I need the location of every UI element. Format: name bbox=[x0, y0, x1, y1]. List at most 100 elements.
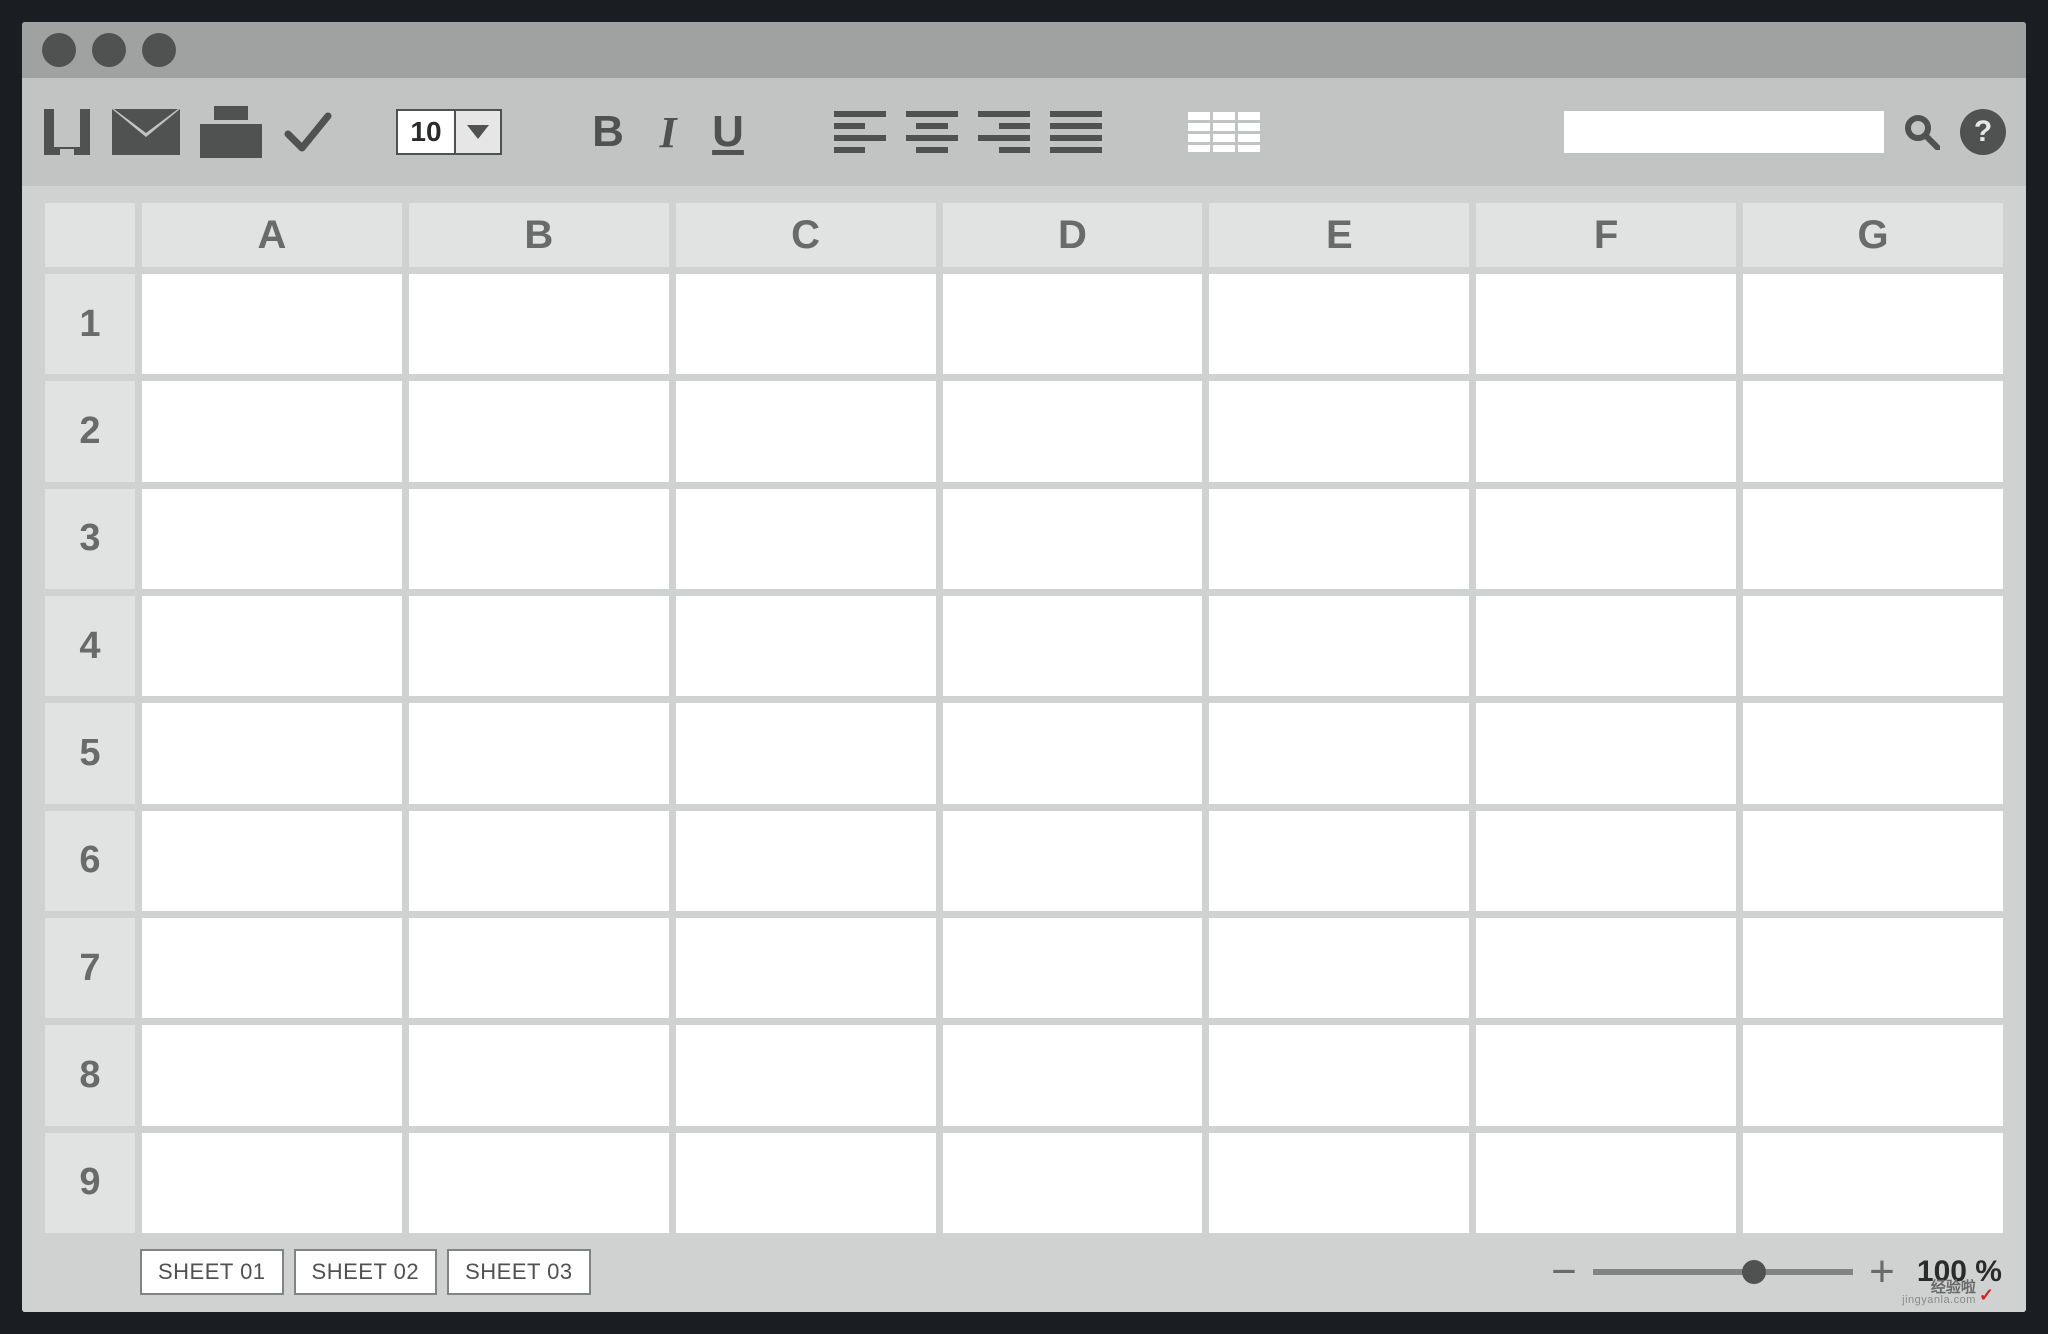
align-right-button[interactable] bbox=[978, 111, 1030, 153]
cell[interactable] bbox=[1209, 274, 1469, 374]
cell[interactable] bbox=[409, 596, 669, 696]
row-header[interactable]: 9 bbox=[45, 1133, 135, 1233]
cell[interactable] bbox=[943, 918, 1203, 1018]
cell[interactable] bbox=[676, 918, 936, 1018]
cell[interactable] bbox=[1743, 381, 2003, 481]
cell[interactable] bbox=[1743, 274, 2003, 374]
row-header[interactable]: 3 bbox=[45, 489, 135, 589]
select-all-corner[interactable] bbox=[45, 203, 135, 267]
cell[interactable] bbox=[676, 1133, 936, 1233]
cell[interactable] bbox=[409, 381, 669, 481]
cell[interactable] bbox=[409, 489, 669, 589]
cell[interactable] bbox=[142, 811, 402, 911]
column-header[interactable]: D bbox=[943, 203, 1203, 267]
cell[interactable] bbox=[1743, 918, 2003, 1018]
row-header[interactable]: 8 bbox=[45, 1025, 135, 1125]
column-header[interactable]: G bbox=[1743, 203, 2003, 267]
sheet-tab-3[interactable]: SHEET 03 bbox=[447, 1249, 591, 1295]
cell[interactable] bbox=[1209, 1025, 1469, 1125]
cell[interactable] bbox=[943, 274, 1203, 374]
cell[interactable] bbox=[943, 1133, 1203, 1233]
bold-button[interactable]: B bbox=[588, 107, 628, 157]
row-header[interactable]: 7 bbox=[45, 918, 135, 1018]
font-size-selector[interactable]: 10 bbox=[396, 109, 502, 155]
cell[interactable] bbox=[1743, 596, 2003, 696]
cell[interactable] bbox=[676, 381, 936, 481]
cell[interactable] bbox=[676, 811, 936, 911]
cell[interactable] bbox=[1743, 811, 2003, 911]
cell[interactable] bbox=[1476, 274, 1736, 374]
zoom-slider[interactable] bbox=[1593, 1269, 1853, 1275]
font-size-dropdown[interactable] bbox=[456, 111, 500, 153]
cell[interactable] bbox=[1476, 489, 1736, 589]
cell[interactable] bbox=[142, 1025, 402, 1125]
cell[interactable] bbox=[142, 918, 402, 1018]
cell[interactable] bbox=[142, 1133, 402, 1233]
cell[interactable] bbox=[409, 918, 669, 1018]
cell[interactable] bbox=[1209, 381, 1469, 481]
cell[interactable] bbox=[943, 703, 1203, 803]
column-header[interactable]: E bbox=[1209, 203, 1469, 267]
cell[interactable] bbox=[1209, 703, 1469, 803]
cell[interactable] bbox=[1476, 1025, 1736, 1125]
print-button[interactable] bbox=[200, 102, 262, 162]
cell[interactable] bbox=[943, 596, 1203, 696]
row-header[interactable]: 2 bbox=[45, 381, 135, 481]
cell[interactable] bbox=[142, 489, 402, 589]
cell[interactable] bbox=[409, 1025, 669, 1125]
row-header[interactable]: 1 bbox=[45, 274, 135, 374]
cell[interactable] bbox=[943, 811, 1203, 911]
column-header[interactable]: B bbox=[409, 203, 669, 267]
cell[interactable] bbox=[1476, 381, 1736, 481]
mail-button[interactable] bbox=[112, 102, 180, 162]
row-header[interactable]: 6 bbox=[45, 811, 135, 911]
help-button[interactable]: ? bbox=[1960, 109, 2006, 155]
window-close-icon[interactable] bbox=[42, 33, 76, 67]
cell[interactable] bbox=[676, 703, 936, 803]
italic-button[interactable]: I bbox=[648, 107, 688, 158]
column-header[interactable]: F bbox=[1476, 203, 1736, 267]
cell[interactable] bbox=[943, 381, 1203, 481]
cell[interactable] bbox=[1743, 1025, 2003, 1125]
cell[interactable] bbox=[142, 274, 402, 374]
cell[interactable] bbox=[1476, 703, 1736, 803]
row-header[interactable]: 5 bbox=[45, 703, 135, 803]
cell[interactable] bbox=[1476, 1133, 1736, 1233]
cell[interactable] bbox=[1743, 703, 2003, 803]
cell[interactable] bbox=[1209, 596, 1469, 696]
save-button[interactable] bbox=[42, 102, 92, 162]
cell[interactable] bbox=[409, 1133, 669, 1233]
search-input[interactable] bbox=[1564, 111, 1884, 153]
check-button[interactable] bbox=[282, 102, 334, 162]
align-center-button[interactable] bbox=[906, 111, 958, 153]
column-header[interactable]: A bbox=[142, 203, 402, 267]
cell[interactable] bbox=[142, 596, 402, 696]
cell[interactable] bbox=[943, 489, 1203, 589]
zoom-thumb[interactable] bbox=[1742, 1260, 1766, 1284]
window-minimize-icon[interactable] bbox=[92, 33, 126, 67]
zoom-out-button[interactable]: − bbox=[1547, 1247, 1581, 1297]
cell[interactable] bbox=[1476, 918, 1736, 1018]
cell[interactable] bbox=[142, 381, 402, 481]
align-justify-button[interactable] bbox=[1050, 111, 1102, 153]
cell[interactable] bbox=[142, 703, 402, 803]
cell[interactable] bbox=[409, 274, 669, 374]
cell[interactable] bbox=[1209, 1133, 1469, 1233]
cell[interactable] bbox=[1209, 811, 1469, 911]
window-maximize-icon[interactable] bbox=[142, 33, 176, 67]
cell[interactable] bbox=[676, 1025, 936, 1125]
cell[interactable] bbox=[1209, 918, 1469, 1018]
cell[interactable] bbox=[1743, 1133, 2003, 1233]
column-header[interactable]: C bbox=[676, 203, 936, 267]
cell[interactable] bbox=[943, 1025, 1203, 1125]
row-header[interactable]: 4 bbox=[45, 596, 135, 696]
zoom-in-button[interactable]: + bbox=[1865, 1247, 1899, 1297]
sheet-tab-1[interactable]: SHEET 01 bbox=[140, 1249, 284, 1295]
cell[interactable] bbox=[676, 274, 936, 374]
cell[interactable] bbox=[676, 489, 936, 589]
cell[interactable] bbox=[409, 811, 669, 911]
cell[interactable] bbox=[1476, 811, 1736, 911]
sheet-tab-2[interactable]: SHEET 02 bbox=[294, 1249, 438, 1295]
table-view-button[interactable] bbox=[1188, 102, 1260, 162]
cell[interactable] bbox=[409, 703, 669, 803]
